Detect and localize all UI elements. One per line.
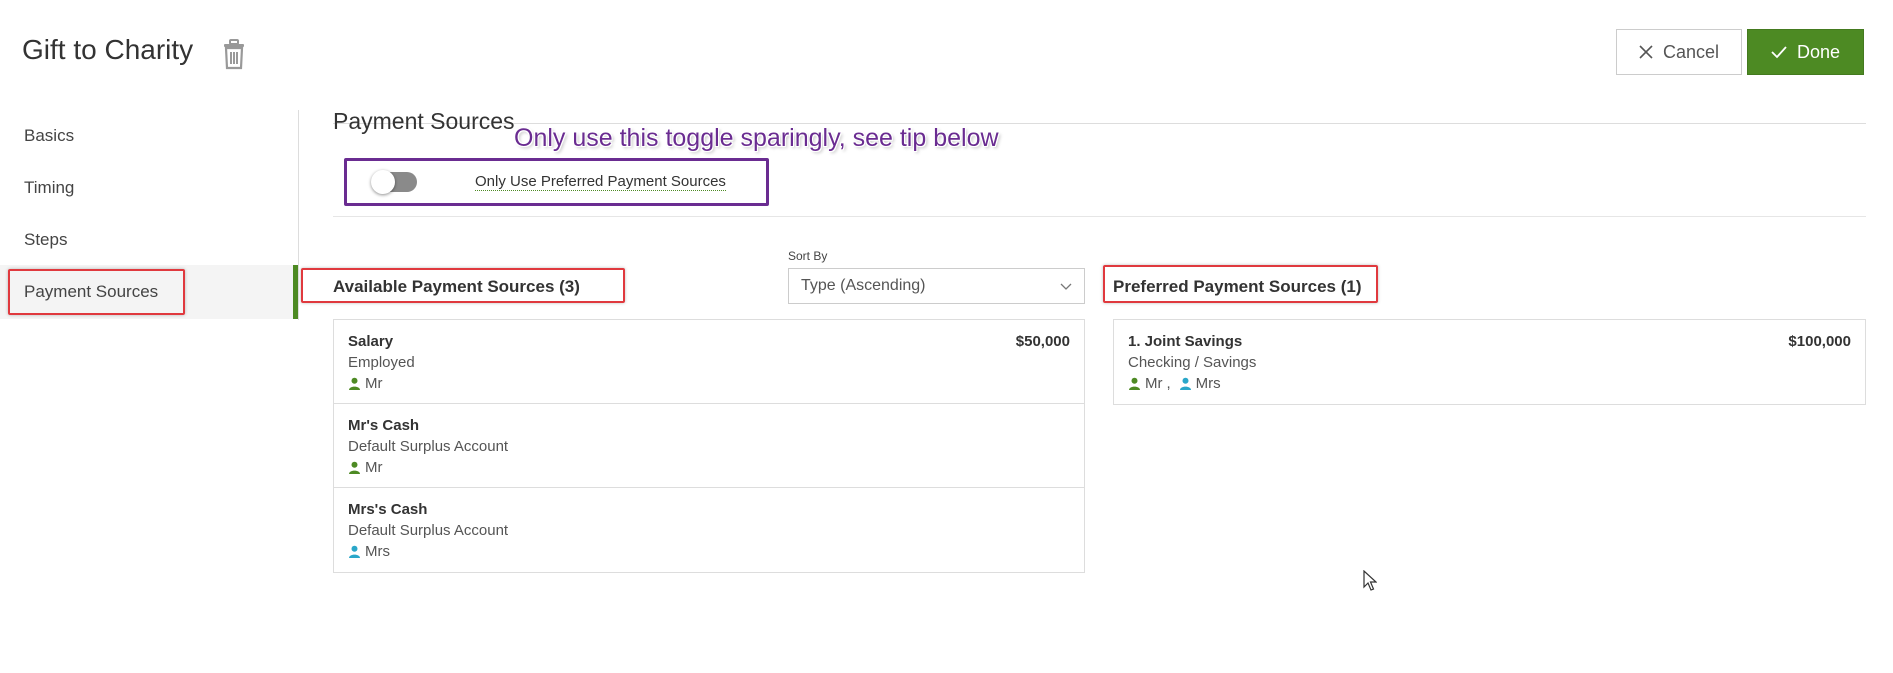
source-name: Salary — [348, 333, 394, 350]
list-item[interactable]: Mr's Cash Default Surplus Account Mr — [334, 404, 1084, 488]
source-owners: Mr, Mrs — [1128, 375, 1851, 392]
person-icon — [349, 545, 360, 558]
page-title: Gift to Charity — [22, 34, 194, 65]
cursor-icon — [1363, 570, 1377, 591]
source-name: Mrs's Cash — [348, 501, 428, 518]
source-type: Default Surplus Account — [348, 438, 509, 455]
sidebar-item-steps[interactable]: Steps — [24, 230, 67, 250]
source-name: Mr's Cash — [348, 417, 420, 434]
available-heading: Available Payment Sources (3) — [333, 277, 580, 296]
trash-icon[interactable] — [221, 38, 247, 70]
sidebar-item-payment-sources[interactable]: Payment Sources — [24, 282, 158, 302]
list-item[interactable]: Mrs's Cash Default Surplus Account Mrs — [334, 488, 1084, 572]
sidebar-divider — [298, 110, 299, 320]
person-icon — [1129, 377, 1140, 390]
section-title: Payment Sources — [333, 108, 515, 134]
owner-label: Mr — [365, 375, 383, 392]
source-type: Checking / Savings — [1128, 354, 1257, 371]
sidebar-item-basics[interactable]: Basics — [24, 126, 74, 146]
source-name: 1. Joint Savings — [1128, 333, 1243, 350]
toggle-divider — [333, 216, 1866, 217]
available-sources-list: Salary Employed Mr $50,000 Mr's Cash Def… — [333, 319, 1085, 573]
source-type: Default Surplus Account — [348, 522, 509, 539]
preferred-sources-list: 1. Joint Savings Checking / Savings Mr, … — [1113, 319, 1866, 405]
source-owners: Mrs — [348, 543, 1070, 560]
owner-label: Mr — [1145, 375, 1163, 392]
sidebar-item-timing[interactable]: Timing — [24, 178, 74, 198]
list-item[interactable]: Salary Employed Mr $50,000 — [334, 320, 1084, 404]
owner-label: Mrs — [365, 543, 390, 560]
source-amount: $100,000 — [1788, 333, 1851, 350]
person-icon — [349, 461, 360, 474]
cancel-button[interactable]: Cancel — [1616, 29, 1742, 75]
source-owners: Mr — [348, 459, 1070, 476]
close-icon — [1639, 45, 1653, 59]
done-button[interactable]: Done — [1747, 29, 1864, 75]
preferred-only-toggle[interactable] — [371, 170, 417, 194]
sort-value: Type (Ascending) — [801, 277, 926, 294]
toggle-label[interactable]: Only Use Preferred Payment Sources — [475, 173, 726, 191]
chevron-down-icon — [1060, 283, 1072, 290]
source-owners: Mr — [348, 375, 1070, 392]
list-item[interactable]: 1. Joint Savings Checking / Savings Mr, … — [1114, 320, 1865, 404]
sort-select[interactable]: Type (Ascending) — [788, 268, 1085, 304]
source-type: Employed — [348, 354, 415, 371]
person-icon — [1179, 377, 1191, 390]
done-label: Done — [1796, 41, 1841, 62]
owner-label: Mrs — [1195, 375, 1221, 392]
owner-label: Mr — [365, 459, 383, 476]
checkmark-icon — [1771, 46, 1787, 59]
toggle-knob — [371, 170, 395, 194]
sort-label: Sort By — [788, 249, 828, 263]
source-amount: $50,000 — [1015, 333, 1070, 350]
person-icon — [349, 377, 360, 390]
cancel-label: Cancel — [1662, 41, 1720, 62]
annotation-callout: Only use this toggle sparingly, see tip … — [514, 124, 999, 152]
preferred-heading: Preferred Payment Sources (1) — [1113, 277, 1362, 296]
